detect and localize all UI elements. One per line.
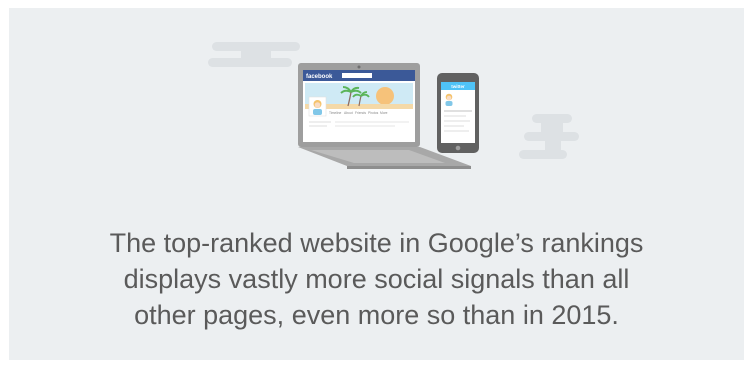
tab-timeline: Timeline [329,111,342,115]
caption-line-3: other pages, even more so than in 2015. [134,300,619,330]
twitter-logo: twitter [451,84,465,89]
devices-illustration: facebook Timeline About Friends Photos M… [208,42,579,169]
caption-line-2: displays vastly more social signals than… [123,264,630,294]
phone-home-button [455,145,461,151]
caption-text: The top-ranked website in Google’s ranki… [9,225,744,333]
profile-avatar-icon [308,96,327,117]
tab-about: About [344,111,353,115]
facebook-search-bar [342,73,372,78]
info-card: facebook Timeline About Friends Photos M… [9,8,744,360]
tab-more: More [380,111,388,115]
tab-photos: Photos [368,111,379,115]
cloud-right-icon [519,114,579,159]
phone-icon: twitter [437,73,479,153]
sun-icon [376,87,394,105]
tab-friends: Friends [355,111,366,115]
caption-line-1: The top-ranked website in Google’s ranki… [109,228,644,258]
cloud-left-icon [208,42,300,67]
facebook-logo: facebook [306,74,333,80]
